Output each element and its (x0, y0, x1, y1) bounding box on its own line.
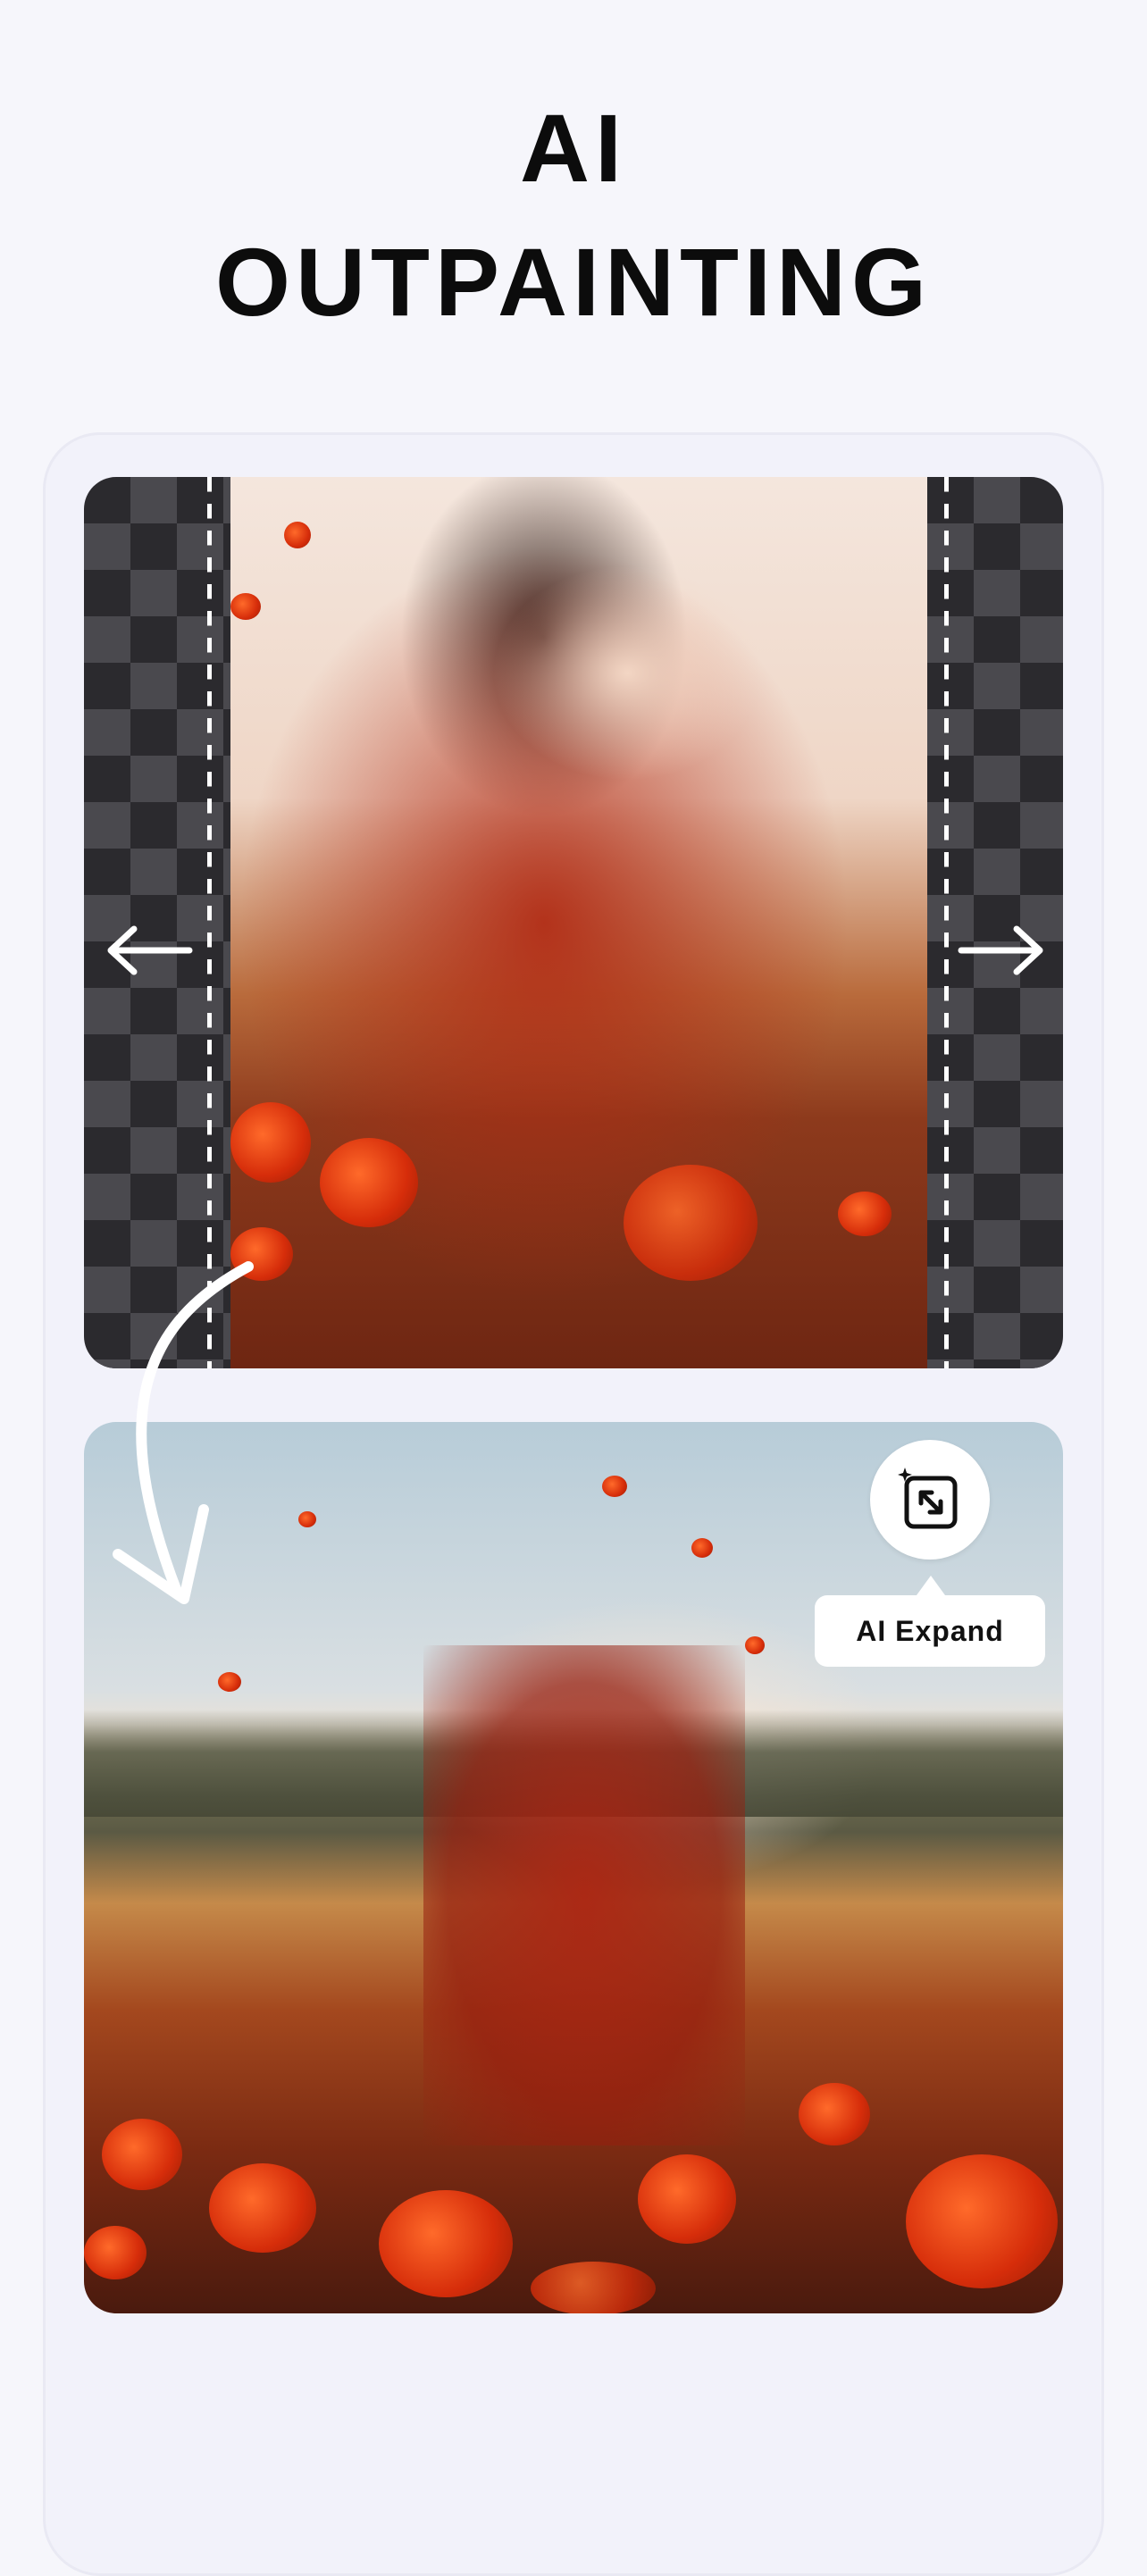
original-photo (230, 477, 927, 1368)
arrow-left-icon (107, 925, 193, 975)
arrow-right-icon (958, 925, 1043, 975)
ai-expand-icon (898, 1468, 958, 1529)
dancer-figure (423, 1645, 745, 2145)
crop-guide-left (207, 477, 212, 1368)
page-title-line2: OUTPAINTING (215, 228, 932, 336)
crop-guide-right (944, 477, 949, 1368)
curved-arrow-icon (113, 1261, 254, 1604)
original-image-panel (84, 477, 1063, 1368)
page-title-line1: AI (520, 94, 627, 202)
ai-expand-tooltip: AI Expand (815, 1576, 1045, 1667)
ai-expand-button[interactable] (870, 1440, 990, 1560)
